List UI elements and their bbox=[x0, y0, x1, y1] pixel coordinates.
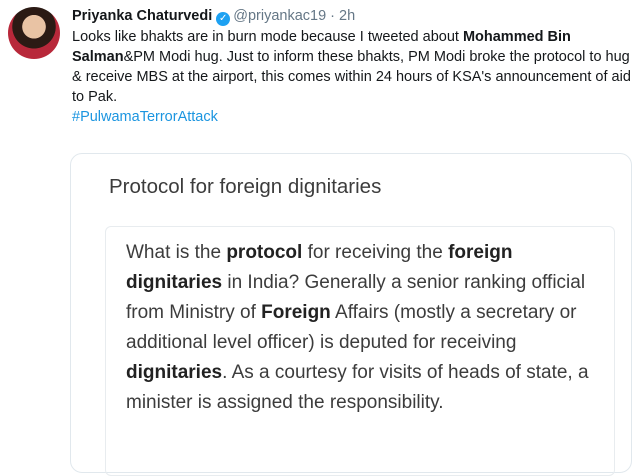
answer-bold-term: dignitaries bbox=[126, 362, 223, 383]
answer-bold-term: Foreign bbox=[261, 302, 331, 323]
card-answer-box: What is the protocol for receiving the f… bbox=[105, 226, 615, 476]
tweet-text-part: Looks like bhakts are in burn mode becau… bbox=[72, 29, 463, 45]
avatar[interactable] bbox=[8, 7, 60, 59]
tweet: Priyanka Chaturvedi ✓ @priyankac19 · 2h Lo… bbox=[72, 6, 632, 127]
answer-text-part: What is the bbox=[126, 242, 227, 263]
author-name[interactable]: Priyanka Chaturvedi bbox=[72, 8, 212, 24]
tweet-timestamp[interactable]: 2h bbox=[339, 8, 355, 24]
tweet-text: Looks like bhakts are in burn mode becau… bbox=[72, 27, 632, 127]
header-separator: · bbox=[330, 8, 336, 24]
card-title: Protocol for foreign dignitaries bbox=[109, 175, 382, 198]
answer-bold-term: protocol bbox=[226, 242, 303, 263]
author-handle[interactable]: @priyankac19 bbox=[233, 8, 326, 24]
verified-badge-icon: ✓ bbox=[216, 12, 231, 26]
card-answer-text: What is the protocol for receiving the f… bbox=[126, 238, 598, 418]
hashtag-link[interactable]: #PulwamaTerrorAttack bbox=[72, 107, 632, 127]
embedded-card[interactable]: Protocol for foreign dignitaries What is… bbox=[70, 153, 632, 476]
tweet-header: Priyanka Chaturvedi ✓ @priyankac19 · 2h bbox=[72, 6, 632, 26]
tweet-text-part: &PM Modi hug. Just to inform these bhakt… bbox=[72, 49, 631, 105]
answer-text-part: for receiving the bbox=[302, 242, 449, 263]
